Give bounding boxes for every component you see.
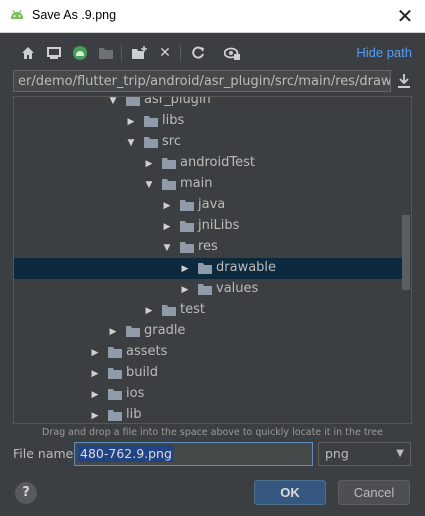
collapsed-arrow-icon[interactable]: ▶	[179, 279, 191, 300]
collapsed-arrow-icon[interactable]: ▶	[89, 405, 101, 423]
tree-item-label: androidTest	[180, 155, 255, 170]
tree-item[interactable]: ▶ libs	[14, 111, 403, 132]
refresh-icon[interactable]	[190, 45, 206, 61]
toolbar-separator	[180, 45, 181, 61]
tree-item-label: gradle	[144, 323, 186, 338]
expanded-arrow-icon[interactable]: ▼	[161, 237, 173, 258]
title-bar: Save As .9.png ✕	[0, 0, 425, 33]
android-studio-icon	[11, 9, 23, 19]
folder-icon	[180, 221, 194, 232]
tree-item[interactable]: ▶ jniLibs	[14, 216, 403, 237]
collapsed-arrow-icon[interactable]: ▶	[125, 111, 137, 132]
help-button[interactable]: ?	[15, 482, 37, 504]
close-button[interactable]: ✕	[385, 0, 425, 32]
tree-item-label: jniLibs	[198, 218, 240, 233]
new-folder-icon[interactable]	[132, 45, 148, 61]
tree-item[interactable]: ▶ gradle	[14, 321, 403, 342]
window-title: Save As .9.png	[32, 8, 117, 22]
folder-icon	[108, 368, 122, 379]
tree-item[interactable]: ▶ values	[14, 279, 403, 300]
tree-item-label: build	[126, 365, 158, 380]
hide-path-link[interactable]: Hide path	[356, 45, 412, 60]
collapsed-arrow-icon[interactable]: ▶	[89, 384, 101, 405]
tree-item[interactable]: ▶ ios	[14, 384, 403, 405]
expanded-arrow-icon[interactable]: ▼	[143, 174, 155, 195]
folder-icon	[144, 137, 158, 148]
file-name-label: File name:	[13, 446, 78, 461]
tree-item[interactable]: ▶ assets	[14, 342, 403, 363]
folder-icon	[198, 263, 212, 274]
android-project-icon[interactable]	[72, 45, 88, 61]
collapsed-arrow-icon[interactable]: ▶	[179, 258, 191, 279]
toolbar-separator	[121, 45, 122, 61]
help-icon: ?	[22, 485, 30, 500]
collapsed-arrow-icon[interactable]: ▶	[161, 195, 173, 216]
tree-item[interactable]: ▶ java	[14, 195, 403, 216]
tree-item-label: drawable	[216, 260, 277, 275]
tree-item[interactable]: ▼ main	[14, 174, 403, 195]
folder-icon	[162, 179, 176, 190]
delete-icon[interactable]: ✕	[157, 45, 173, 61]
tree-item[interactable]: ▼ src	[14, 132, 403, 153]
close-icon: ✕	[396, 4, 414, 28]
folder-icon	[162, 158, 176, 169]
tree-item[interactable]: ▼ asr_plugin	[14, 96, 403, 111]
tree-item-label: java	[198, 197, 226, 212]
tree-item[interactable]: ▶ lib	[14, 405, 403, 423]
tree-item[interactable]: ▶ build	[14, 363, 403, 384]
tree-item-label: lib	[126, 407, 142, 422]
folder-icon	[180, 242, 194, 253]
toolbar: ✕ Hide path	[0, 33, 425, 71]
drag-drop-hint: Drag and drop a file into the space abov…	[42, 427, 383, 438]
expanded-arrow-icon[interactable]: ▼	[125, 132, 137, 153]
desktop-icon[interactable]	[46, 45, 62, 61]
folder-icon	[144, 116, 158, 127]
file-name-input[interactable]: 480-762.9.png	[74, 442, 313, 466]
folder-icon	[180, 200, 194, 211]
tree-scrollbar[interactable]	[402, 215, 410, 290]
folder-icon	[162, 305, 176, 316]
tree-item-label: main	[180, 176, 213, 191]
tree-item-label: test	[180, 302, 205, 317]
extension-value: png	[325, 446, 349, 461]
tree-item[interactable]: ▶ androidTest	[14, 153, 403, 174]
cancel-button[interactable]: Cancel	[338, 480, 410, 505]
home-icon[interactable]	[20, 45, 36, 61]
tree-item[interactable]: ▶ test	[14, 300, 403, 321]
tree-item-label: libs	[162, 113, 185, 128]
tree-item-label: res	[198, 239, 218, 254]
ok-button[interactable]: OK	[254, 480, 326, 505]
file-tree[interactable]: ▼ asr_plugin ▶ libs ▼ src ▶ androidTest …	[13, 96, 412, 424]
folder-icon	[126, 97, 140, 106]
tree-item-label: asr_plugin	[144, 96, 211, 107]
tree-item-label: assets	[126, 344, 168, 359]
tree-item-selected[interactable]: ▶ drawable	[14, 258, 403, 279]
path-field[interactable]: er/demo/flutter_trip/android/asr_plugin/…	[13, 70, 391, 92]
extension-select[interactable]: png ▼	[318, 442, 411, 466]
tree-item-label: ios	[126, 386, 145, 401]
file-name-value: 480-762.9.png	[78, 445, 174, 462]
folder-icon	[198, 284, 212, 295]
collapsed-arrow-icon[interactable]: ▶	[143, 300, 155, 321]
collapsed-arrow-icon[interactable]: ▶	[143, 153, 155, 174]
tree-item[interactable]: ▼ res	[14, 237, 403, 258]
collapsed-arrow-icon[interactable]: ▶	[107, 321, 119, 342]
folder-icon	[108, 389, 122, 400]
expanded-arrow-icon[interactable]: ▼	[107, 97, 119, 111]
folder-icon	[108, 347, 122, 358]
new-folder-disabled-icon	[98, 45, 114, 61]
collapsed-arrow-icon[interactable]: ▶	[161, 216, 173, 237]
folder-icon	[108, 410, 122, 421]
collapsed-arrow-icon[interactable]: ▶	[89, 363, 101, 384]
collapsed-arrow-icon[interactable]: ▶	[89, 342, 101, 363]
tree-item-label: values	[216, 281, 259, 296]
download-path-icon[interactable]	[397, 73, 413, 89]
chevron-down-icon: ▼	[396, 448, 404, 459]
folder-icon	[126, 326, 140, 337]
tree-item-label: src	[162, 134, 181, 149]
show-hidden-icon[interactable]	[224, 45, 240, 61]
